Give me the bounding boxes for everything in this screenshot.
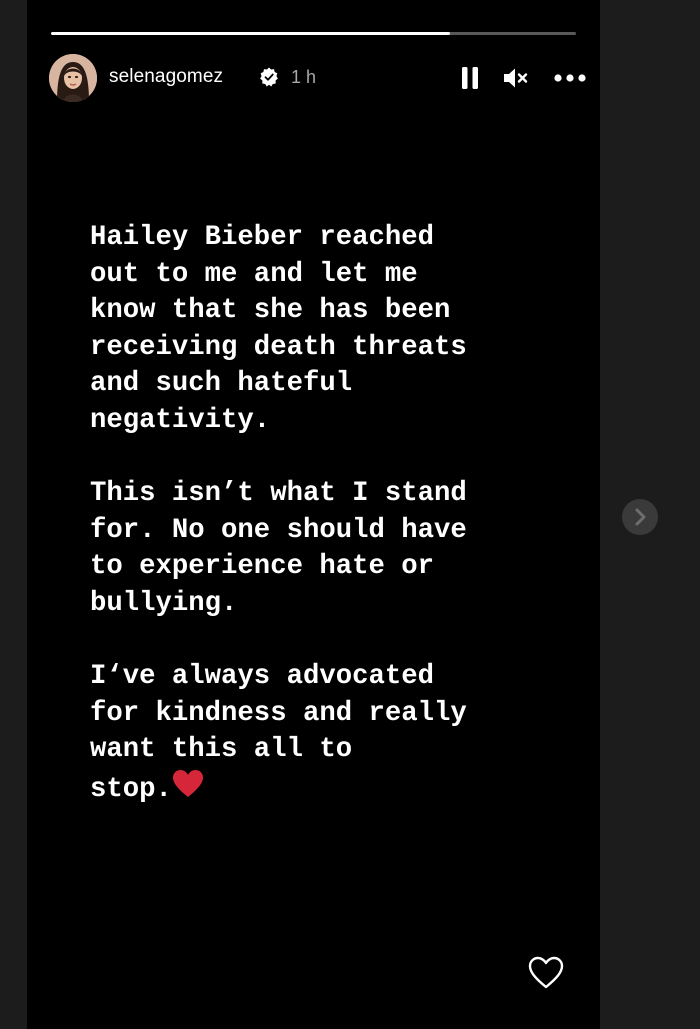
verified-badge-icon — [260, 67, 278, 87]
mute-button[interactable] — [502, 64, 530, 92]
story-header: selenagomez 1 h — [49, 54, 586, 102]
red-heart-emoji — [172, 769, 203, 797]
story-paragraph-3: I‘ve always advocated for kindness and r… — [90, 659, 580, 808]
story-paragraph-2: This isn’t what I stand for. No one shou… — [90, 478, 467, 619]
story-viewer[interactable]: selenagomez 1 h Hailey Bieber reached ou… — [27, 0, 600, 1029]
more-options-button[interactable] — [553, 64, 587, 92]
like-button[interactable] — [527, 954, 565, 992]
more-options-icon — [554, 74, 586, 82]
muted-speaker-icon — [504, 68, 528, 88]
story-paragraph-3-text: I‘ve always advocated for kindness and r… — [90, 661, 467, 805]
chevron-right-icon — [635, 508, 646, 526]
post-time: 1 h — [291, 67, 317, 87]
avatar[interactable] — [49, 54, 97, 102]
story-paragraph-1: Hailey Bieber reached out to me and let … — [90, 222, 467, 436]
avatar-image — [49, 54, 97, 102]
story-progress-fill — [51, 32, 450, 35]
heart-outline-icon — [528, 956, 564, 989]
pause-button[interactable] — [456, 64, 484, 92]
story-progress-bar — [51, 32, 576, 35]
pause-icon — [462, 67, 478, 89]
story-text-block: Hailey Bieber reached out to me and let … — [90, 220, 580, 809]
next-story-button[interactable] — [622, 499, 658, 535]
account-username[interactable]: selenagomez — [109, 66, 223, 88]
